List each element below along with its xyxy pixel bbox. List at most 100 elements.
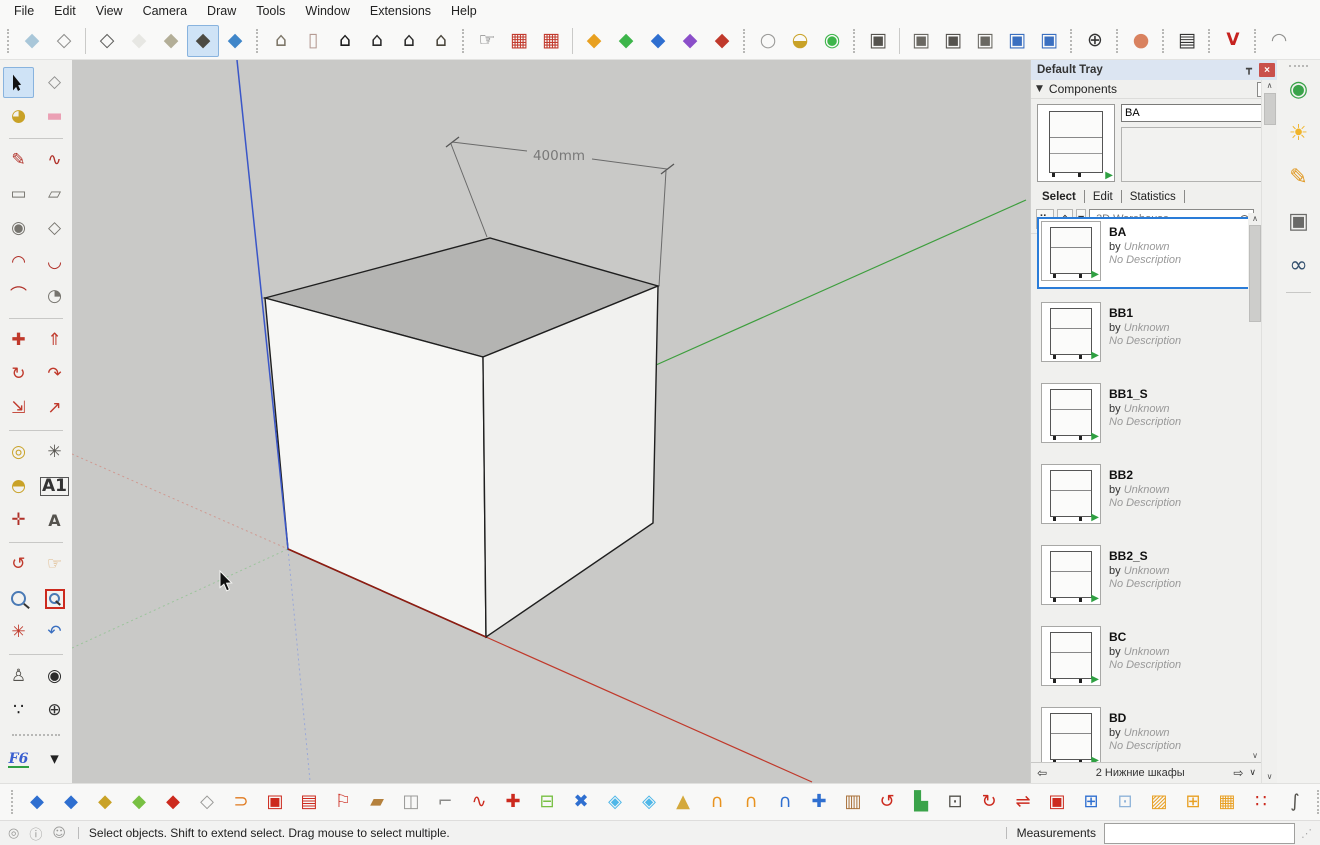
toolbar-grip[interactable] bbox=[853, 29, 857, 53]
account-icon[interactable]: ☺ bbox=[52, 826, 66, 841]
menu-item-edit[interactable]: Edit bbox=[44, 1, 86, 21]
component-item-BB1[interactable]: ▶BB1by UnknownNo Description bbox=[1037, 298, 1262, 370]
waterdrop-icon[interactable]: ◈ bbox=[599, 786, 631, 818]
animation-clapper-icon[interactable]: ▤ bbox=[1171, 25, 1203, 57]
line-tool[interactable]: ✎ bbox=[3, 145, 34, 176]
axes-tool[interactable]: ✛ bbox=[3, 505, 34, 536]
toolbar-grip[interactable] bbox=[1254, 29, 1258, 53]
component-thumbnail[interactable]: ▶ bbox=[1041, 707, 1101, 762]
arc-tool[interactable]: ◠ bbox=[3, 247, 34, 278]
scroll-thumb[interactable] bbox=[1249, 225, 1261, 322]
outer-shell-icon[interactable]: ▣ bbox=[862, 25, 894, 57]
position-camera-tool[interactable]: ♙ bbox=[3, 661, 34, 692]
blue-scissor-icon[interactable]: ✖ bbox=[565, 786, 597, 818]
bezier-curve-icon[interactable]: ∿ bbox=[463, 786, 495, 818]
toolbar-grip[interactable] bbox=[1116, 29, 1120, 53]
toolbar-grip[interactable] bbox=[1162, 29, 1166, 53]
previous-view-tool[interactable]: ↶ bbox=[39, 617, 70, 648]
select-tool[interactable] bbox=[3, 67, 34, 98]
xray-icon[interactable]: ◆ bbox=[16, 25, 48, 57]
tray-scroll-thumb[interactable] bbox=[1264, 93, 1276, 125]
intersect-icon[interactable]: ▣ bbox=[905, 25, 937, 57]
nav-next-icon[interactable]: ⇨ bbox=[1233, 767, 1243, 779]
make-component-tool[interactable]: ◇ bbox=[39, 67, 70, 98]
toolbar-grip[interactable] bbox=[462, 29, 466, 53]
scale-tool[interactable]: ⇲ bbox=[3, 393, 34, 424]
monochrome-icon[interactable]: ◆ bbox=[219, 25, 251, 57]
skin-orange-icon[interactable]: ◆ bbox=[578, 25, 610, 57]
green-blocks-icon[interactable]: ▙ bbox=[905, 786, 937, 818]
component-options-icon[interactable]: ▦ bbox=[503, 25, 535, 57]
component-item-BD[interactable]: ▶BDby UnknownNo Description bbox=[1037, 703, 1262, 762]
curve-hook-x-icon[interactable]: ∩ bbox=[735, 786, 767, 818]
projector-icon[interactable]: ▣ bbox=[1281, 204, 1317, 240]
sketch-style-icon[interactable]: ✎ bbox=[1281, 160, 1317, 196]
component-thumbnail[interactable]: ▶ bbox=[1041, 545, 1101, 605]
surface-smooth-icon[interactable]: ◆ bbox=[55, 786, 87, 818]
scroll-down-icon[interactable]: ∨ bbox=[1252, 750, 1258, 762]
surface-numbered-icon[interactable]: ◆ bbox=[21, 786, 53, 818]
shaded-icon[interactable]: ◆ bbox=[155, 25, 187, 57]
toolbar-grip[interactable] bbox=[7, 29, 11, 53]
navigation-compass-tool[interactable]: ⊕ bbox=[39, 695, 70, 726]
toolbar-grip[interactable] bbox=[743, 29, 747, 53]
pan-tool[interactable]: ☞ bbox=[39, 549, 70, 580]
shadow-sun-icon[interactable]: ☀ bbox=[1281, 116, 1317, 152]
component-thumbnail[interactable]: ▶ bbox=[1041, 626, 1101, 686]
surface-green-icon[interactable]: ◆ bbox=[123, 786, 155, 818]
flag-icon[interactable]: ⚐ bbox=[327, 786, 359, 818]
menu-item-window[interactable]: Window bbox=[295, 1, 359, 21]
paint-bucket-tool[interactable]: ◕ bbox=[3, 101, 34, 132]
zoom-window-tool[interactable] bbox=[39, 583, 70, 614]
pie-tool[interactable]: ◔ bbox=[39, 281, 70, 312]
resize-grip[interactable]: ⋰ bbox=[1301, 827, 1312, 840]
polygon-tool[interactable]: ◇ bbox=[39, 213, 70, 244]
menu-item-view[interactable]: View bbox=[86, 1, 133, 21]
artisan-rock-icon[interactable]: ● bbox=[1125, 25, 1157, 57]
component-item-BB2_S[interactable]: ▶BB2_Sby UnknownNo Description bbox=[1037, 541, 1262, 613]
component-name-input[interactable] bbox=[1121, 104, 1271, 122]
hidden-line-icon[interactable]: ◆ bbox=[123, 25, 155, 57]
credits-icon[interactable]: ⓘ bbox=[29, 824, 42, 843]
house-shaded-icon[interactable]: ⌂ bbox=[265, 25, 297, 57]
red-panel-icon[interactable]: ▤ bbox=[293, 786, 325, 818]
component-thumbnail[interactable]: ▶ bbox=[1041, 464, 1101, 524]
nav-prev-icon[interactable]: ⇦ bbox=[1037, 767, 1047, 779]
tape-measure-tool[interactable]: ◎ bbox=[3, 437, 34, 468]
nav-collapse-icon[interactable]: ∨ bbox=[1249, 769, 1256, 778]
toolbar-grip[interactable] bbox=[1070, 29, 1074, 53]
back-edges-icon[interactable]: ◇ bbox=[48, 25, 80, 57]
toolbar-grip[interactable] bbox=[11, 790, 15, 814]
wireframe-icon[interactable]: ◇ bbox=[91, 25, 123, 57]
trim-icon[interactable]: ▣ bbox=[1001, 25, 1033, 57]
shaded-with-textures-icon[interactable]: ◆ bbox=[187, 25, 219, 57]
utilities-compass-icon[interactable]: ⊕ bbox=[1079, 25, 1111, 57]
protractor-tool[interactable]: ◓ bbox=[3, 471, 34, 502]
move-all-icon[interactable]: ✚ bbox=[803, 786, 835, 818]
tray-scroll-down-icon[interactable]: ∨ bbox=[1267, 771, 1273, 783]
walk-tool[interactable]: ∵ bbox=[3, 695, 34, 726]
f6-dropdown-icon[interactable]: ▾ bbox=[39, 744, 70, 775]
eraser-tool[interactable]: ▬ bbox=[39, 101, 70, 132]
cube-flip-icon[interactable]: ⇌ bbox=[1007, 786, 1039, 818]
toolbar-grip[interactable] bbox=[12, 734, 60, 736]
circle-tool[interactable]: ◉ bbox=[3, 213, 34, 244]
toolbar-grip[interactable] bbox=[1208, 29, 1212, 53]
toolbar-grip[interactable] bbox=[1289, 65, 1308, 67]
geolocation-icon[interactable]: ◎ bbox=[8, 826, 19, 841]
tab-edit[interactable]: Edit bbox=[1088, 189, 1118, 205]
cube-rotate-icon[interactable]: ↻ bbox=[973, 786, 1005, 818]
house-roof-icon[interactable]: ⌂ bbox=[425, 25, 457, 57]
component-item-BC[interactable]: ▶BCby UnknownNo Description bbox=[1037, 622, 1262, 694]
viewport-canvas[interactable]: 400mm bbox=[72, 60, 1030, 783]
cabinet-box-icon[interactable]: ▯ bbox=[297, 25, 329, 57]
pin-icon[interactable]: ┳ bbox=[1241, 63, 1257, 77]
component-item-BB2[interactable]: ▶BB2by UnknownNo Description bbox=[1037, 460, 1262, 532]
scroll-up-icon[interactable]: ∧ bbox=[1252, 213, 1258, 225]
curve-hook-icon[interactable]: ∩ bbox=[701, 786, 733, 818]
components-section-header[interactable]: ▼ Components × bbox=[1031, 80, 1277, 99]
skin-reverse-icon[interactable]: ◆ bbox=[706, 25, 738, 57]
rotated-rectangle-tool[interactable]: ▱ bbox=[39, 179, 70, 210]
polyline-icon[interactable]: ∫ bbox=[1279, 786, 1311, 818]
panel-quad-icon[interactable]: ⊞ bbox=[1177, 786, 1209, 818]
